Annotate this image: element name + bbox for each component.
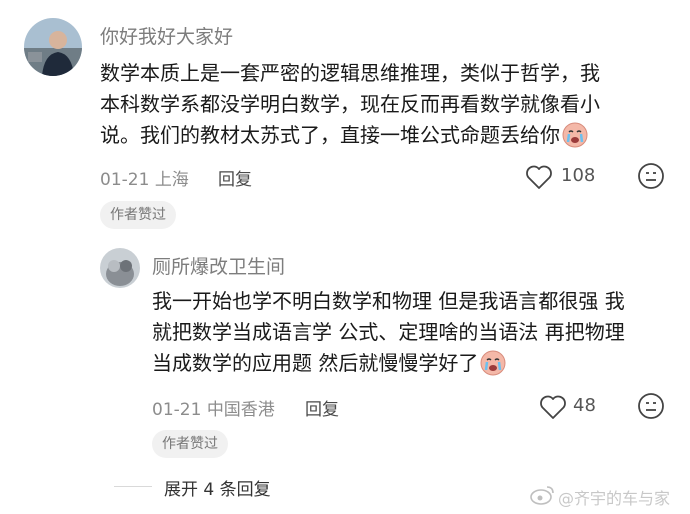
reply-text-line: 就把数学当成语言学 公式、定理啥的当语法 再把物理 [152,320,625,344]
like-button[interactable]: 108 [525,162,615,192]
heart-icon [539,394,567,424]
comment-text-line: 数学本质上是一套严密的逻辑思维推理，类似于哲学，我 [100,61,600,85]
author-liked-badge: 作者赞过 [152,430,228,458]
comment-meta: 01-21 上海 [100,165,189,190]
comment-text-line: 本科数学系都没学明白数学，现在反而再看数学就像看小 [100,92,600,116]
comment-text: 数学本质上是一套严密的逻辑思维推理，类似于哲学，我 本科数学系都没学明白数学，现… [100,58,600,157]
crying-face-emoji-icon [480,350,506,385]
reply-location: 中国香港 [206,400,275,420]
like-count: 108 [561,165,596,186]
dislike-button[interactable] [637,392,665,424]
reply-date: 01-21 [152,400,202,420]
expand-replies-button[interactable]: 展开 4 条回复 [164,475,271,500]
reply-button[interactable]: 回复 [218,165,252,190]
reply-username[interactable]: 厕所爆改卫生间 [152,252,285,279]
comment-text-line: 说。我们的教材太苏式了，直接一堆公式命题丢给你 [100,120,600,157]
comment-location: 上海 [154,170,189,190]
crying-face-emoji-icon [562,122,588,157]
reply-button[interactable]: 回复 [305,395,339,420]
reply-text-line: 当成数学的应用题 然后就慢慢学好了 [152,348,625,385]
like-count: 48 [573,395,596,416]
reply-text-line: 我一开始也学不明白数学和物理 但是我语言都很强 我 [152,289,625,313]
author-liked-badge: 作者赞过 [100,201,176,229]
weibo-logo-icon [530,484,556,510]
avatar[interactable] [100,248,140,288]
expand-divider [114,486,152,487]
unhappy-face-icon [638,163,664,189]
avatar[interactable] [24,18,82,76]
comment-username[interactable]: 你好我好大家好 [100,22,233,49]
dislike-button[interactable] [637,162,665,194]
reply-meta: 01-21 中国香港 [152,395,275,420]
unhappy-face-icon [638,393,664,419]
comment-date: 01-21 [100,170,150,190]
like-button[interactable]: 48 [539,392,609,422]
watermark-text: @齐宇的车与家 [558,489,671,508]
reply-text: 我一开始也学不明白数学和物理 但是我语言都很强 我 就把数学当成语言学 公式、定… [152,286,625,385]
heart-icon [525,164,553,194]
